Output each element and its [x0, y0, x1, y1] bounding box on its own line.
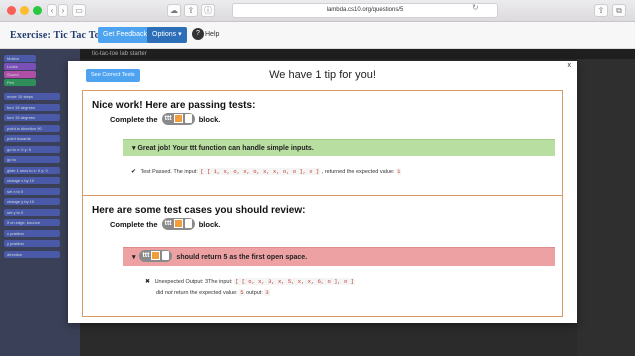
reload-icon[interactable]: ↻	[472, 3, 479, 12]
input-slot	[184, 114, 192, 123]
review-output-label: output:	[246, 290, 263, 296]
review-subheading: Complete the ttt block.	[110, 218, 221, 231]
palette-block[interactable]: glide 1 secs to x: 0 y: 0	[4, 166, 60, 174]
palette-block[interactable]: Pen	[4, 79, 36, 86]
ttt-block: ttt	[139, 250, 173, 263]
share-icon[interactable]: ⇪	[184, 4, 198, 17]
ttt-block-label: ttt	[164, 220, 172, 227]
review-result-line-2: did not return the expected value: 5 out…	[156, 289, 270, 296]
passing-result-line: ✔ Test Passed. The input: [ [ 1, x, o, x…	[131, 168, 402, 175]
modal-title: We have 1 tip for you!	[269, 69, 376, 81]
sidebar-icon[interactable]: ▭	[72, 4, 86, 17]
passing-result-value: 1	[396, 168, 402, 175]
passing-result-prefix: Test Passed. The input:	[140, 169, 198, 175]
palette-block[interactable]: turn 15 degrees	[4, 114, 60, 121]
list-slot-icon	[173, 114, 183, 123]
browser-toolbar: ‹ › ▭ ☁ ⇪ ⓘ lambda.cs10.org/questions/5 …	[0, 0, 635, 22]
review-heading: Here are some test cases you should revi…	[92, 205, 306, 216]
review-result-line: ✖ Unexpected Output: 3The input: [ [ o, …	[145, 278, 355, 285]
review-tip-text: should return 5 as the first open space.	[176, 254, 308, 261]
collapse-arrow-icon: ▾	[132, 254, 136, 261]
review-tip-bar[interactable]: ▾ ttt should return 5 as the first open …	[123, 247, 555, 266]
review-sub-prefix: Complete the	[110, 219, 158, 229]
options-button[interactable]: Options ▾	[147, 27, 187, 43]
help-icon: ?	[192, 28, 204, 40]
forward-icon[interactable]: ›	[58, 4, 68, 17]
review-sub-suffix: block.	[198, 219, 221, 229]
review-result-prefix: Unexpected Output: 3The input:	[154, 279, 233, 285]
review-expected-label: return the expected value:	[174, 290, 238, 296]
help-button[interactable]: ? Help	[192, 28, 219, 40]
cloud-icon[interactable]: ☁	[167, 4, 181, 17]
maximize-window-button[interactable]	[33, 6, 42, 15]
palette-block[interactable]: change x by 10	[4, 177, 60, 184]
ttt-block: ttt	[161, 218, 195, 230]
palette-block[interactable]: Sound	[4, 71, 36, 78]
list-slot-icon	[151, 251, 161, 261]
ttt-block-label: ttt	[164, 115, 172, 122]
review-result-input: [ [ o, x, 3, x, 5, x, x, 6, o ], o ]	[234, 278, 355, 285]
palette-block[interactable]: go to x: 0 y: 0	[4, 145, 60, 153]
close-modal-button[interactable]: x	[568, 62, 572, 69]
app-header: Exercise: Tic Tac Toe Get Feedback Optio…	[0, 22, 635, 49]
share-page-icon[interactable]: ⇧	[594, 4, 608, 17]
palette-block[interactable]: turn 15 degrees	[4, 103, 60, 111]
feedback-modal: See Correct Tests We have 1 tip for you!…	[68, 61, 577, 323]
passing-result-middle: , returned the expected value:	[321, 169, 395, 175]
palette-block[interactable]: direction	[4, 250, 60, 258]
review-expected-value: 5	[239, 289, 245, 296]
palette-block[interactable]: point in direction 90	[4, 124, 60, 132]
palette-block[interactable]: Looks	[4, 63, 36, 70]
back-icon[interactable]: ‹	[47, 4, 57, 17]
palette-block[interactable]: point towards	[4, 135, 60, 142]
passing-sub-suffix: block.	[198, 114, 221, 124]
passing-sub-prefix: Complete the	[110, 114, 158, 124]
help-label: Help	[205, 30, 220, 38]
check-icon: ✔	[131, 169, 137, 175]
passing-heading: Nice work! Here are passing tests:	[92, 100, 256, 111]
info-icon[interactable]: ⓘ	[201, 4, 215, 17]
ttt-block-label: ttt	[142, 252, 150, 260]
palette-block[interactable]: go to	[4, 156, 60, 163]
list-slot-icon	[173, 219, 183, 228]
palette-block[interactable]: change y by 10	[4, 198, 60, 205]
palette-block[interactable]: y position	[4, 240, 60, 247]
input-slot	[184, 219, 192, 228]
passing-tests-section: Nice work! Here are passing tests: Compl…	[82, 90, 563, 196]
address-bar[interactable]: lambda.cs10.org/questions/5	[232, 3, 498, 18]
close-window-button[interactable]	[7, 6, 16, 15]
palette-block[interactable]: set y to 0	[4, 208, 60, 216]
get-feedback-button[interactable]: Get Feedback	[98, 27, 152, 43]
passing-subheading: Complete the ttt block.	[110, 113, 221, 126]
exercise-title: Exercise: Tic Tac Toe	[10, 30, 105, 41]
palette-block[interactable]: if on edge, bounce	[4, 219, 60, 226]
palette-block[interactable]: set x to 0	[4, 187, 60, 195]
minimize-window-button[interactable]	[20, 6, 29, 15]
editor-tab-label: tic-tac-toe lab starter	[92, 51, 147, 57]
review-output-value: 3	[264, 289, 270, 296]
input-slot	[162, 251, 170, 261]
stage-panel	[577, 59, 635, 356]
passing-tip-bar[interactable]: ▾ Great job! Your ttt function can handl…	[123, 139, 555, 156]
palette-block[interactable]: Motion	[4, 55, 36, 62]
review-did: did	[156, 290, 164, 296]
ttt-block: ttt	[161, 113, 195, 125]
cross-icon: ✖	[145, 279, 151, 285]
passing-result-input: [ [ 1, x, o, x, o, x, x, o, o ], x ]	[199, 168, 321, 175]
palette-block[interactable]: x position	[4, 229, 60, 237]
review-not: not	[164, 290, 173, 296]
review-tests-section: Here are some test cases you should revi…	[82, 195, 563, 317]
tabs-icon[interactable]: ⧉	[612, 4, 626, 17]
editor-tab[interactable]: tic-tac-toe lab starter	[80, 49, 635, 59]
palette-block[interactable]: move 10 steps	[4, 93, 60, 100]
